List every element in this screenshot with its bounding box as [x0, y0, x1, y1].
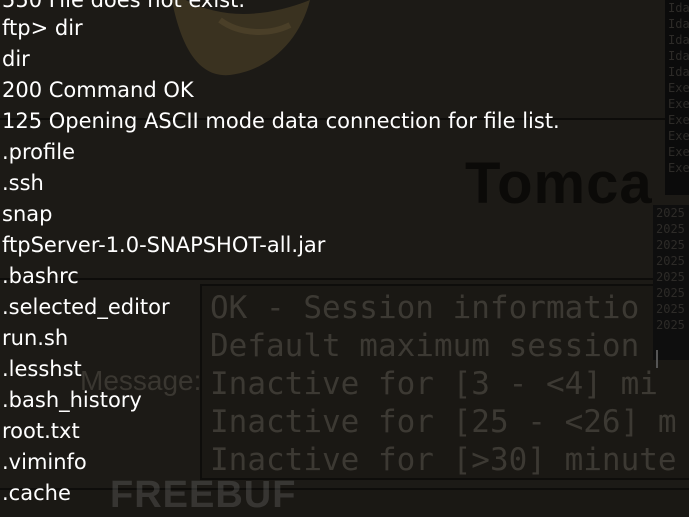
terminal-line: 550 File does not exist. — [2, 0, 246, 12]
file-entry: .selected_editor — [2, 295, 170, 319]
log-line: Ida — [668, 49, 689, 63]
terminal-prompt-line: ftp> dir — [2, 16, 83, 40]
log-line: Exe — [668, 145, 689, 159]
file-entry: .bash_history — [2, 388, 142, 412]
terminal-line: 200 Command OK — [2, 78, 194, 102]
terminal-line: dir — [2, 47, 30, 71]
file-entry: run.sh — [2, 326, 69, 350]
log-line: Exe — [668, 81, 689, 95]
ftp-terminal[interactable]: 550 File does not exist. ftp> dir dir 20… — [0, 0, 660, 515]
log-line: Exe — [668, 161, 689, 175]
file-entry: .profile — [2, 140, 76, 164]
file-entry: root.txt — [2, 419, 80, 443]
log-line: Ida — [668, 65, 689, 79]
side-log-window-upper[interactable]: Ida Ida Ida Ida Ida Exe Exe Exe Exe Exe … — [665, 0, 689, 195]
terminal-line: 125 Opening ASCII mode data connection f… — [2, 109, 560, 133]
log-line: Exe — [668, 97, 689, 111]
file-entry: .lesshst — [2, 357, 82, 381]
log-line: Exe — [668, 113, 689, 127]
log-line: Ida — [668, 17, 689, 31]
log-line: Exe — [668, 129, 689, 143]
file-entry: .ssh — [2, 171, 44, 195]
file-entry: .bashrc — [2, 264, 79, 288]
file-entry: ftpServer-1.0-SNAPSHOT-all.jar — [2, 233, 326, 257]
log-line: Ida — [668, 1, 689, 15]
log-line: Ida — [668, 33, 689, 47]
file-entry: snap — [2, 202, 53, 226]
file-entry: .cache — [2, 481, 71, 505]
file-entry: .viminfo — [2, 450, 87, 474]
